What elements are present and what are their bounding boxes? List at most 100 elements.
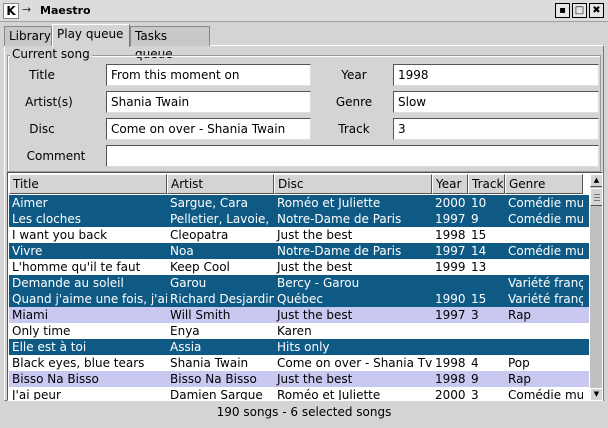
column-header-artist[interactable]: Artist (167, 174, 274, 194)
table-row[interactable]: Demande au soleil Garou Bercy - Garou Varié… (9, 275, 589, 291)
app-icon[interactable]: K (3, 3, 19, 19)
cell-year: 1998 (435, 228, 466, 242)
track-field[interactable]: 3 (393, 118, 599, 140)
cell-year: 1990 (435, 292, 466, 306)
maximize-button[interactable]: □ (572, 3, 587, 18)
table-row[interactable]: Elle est à toi Assia Hits only (9, 339, 589, 355)
column-header-title[interactable]: Title (9, 174, 167, 194)
cell-genre: Comédie mus (508, 212, 583, 226)
cell-year (432, 339, 468, 355)
title-bar[interactable]: K → Maestro ▪ □ ✖ (0, 0, 608, 22)
cell-artist: Noa (170, 244, 194, 258)
table-body: Aimer Sargue, Cara Roméo et Juliette 2000 10… (9, 195, 589, 401)
cell-artist: Pelletier, Lavoie, (170, 212, 270, 226)
column-header-track[interactable]: Track (468, 174, 505, 194)
table-row[interactable]: Les cloches Pelletier, Lavoie, Notre-Dame … (9, 211, 589, 227)
table-row[interactable]: Aimer Sargue, Cara Roméo et Juliette 2000 10… (9, 195, 589, 211)
cell-artist: Bisso Na Bisso (170, 372, 257, 386)
table-header: Title Artist Disc Year Track Genre (9, 174, 589, 194)
table-row[interactable]: Miami Will Smith Just the best 1997 3 Rap (9, 307, 589, 323)
cell-genre: Rap (508, 372, 532, 386)
play-queue-table[interactable]: Title Artist Disc Year Track Genre Aimer… (7, 172, 603, 401)
title-label: Title (29, 68, 55, 82)
genre-field[interactable]: Slow (393, 91, 599, 113)
cell-disc: Roméo et Juliette (277, 196, 381, 210)
minimize-button[interactable]: ▪ (555, 3, 570, 18)
cell-artist: Will Smith (170, 308, 231, 322)
cell-disc: Karen (277, 324, 312, 338)
scroll-up-arrow-icon[interactable]: ▲ (590, 174, 602, 187)
cell-year: 1997 (435, 212, 466, 226)
cell-disc: Hits only (277, 340, 330, 354)
cell-track (468, 339, 505, 355)
cell-artist: Shania Twain (170, 356, 249, 370)
cell-title: Bisso Na Bisso (12, 372, 99, 386)
column-header-year[interactable]: Year (432, 174, 468, 194)
cell-title: Quand j'aime une fois, j'air (12, 292, 167, 306)
cell-genre (505, 339, 583, 355)
tab-bar: Library Play queue Tasks queue (4, 24, 604, 61)
status-bar: 190 songs - 6 selected songs (216, 405, 392, 419)
cell-track: 10 (471, 196, 487, 210)
cell-genre: Comédie mus (508, 388, 583, 401)
close-button[interactable]: ✖ (589, 3, 604, 18)
cell-title: Miami (12, 308, 49, 322)
cell-artist: Keep Cool (170, 260, 230, 274)
cell-year (432, 275, 468, 291)
comment-field[interactable] (106, 145, 599, 167)
table-row[interactable]: Vivre Noa Notre-Dame de Paris 1997 14 Comédie… (9, 243, 589, 259)
table-row[interactable]: Quand j'aime une fois, j'air Richard Desj… (9, 291, 589, 307)
column-header-disc[interactable]: Disc (274, 174, 432, 194)
table-row[interactable]: Only time Enya Karen (9, 323, 589, 339)
cell-title: I want you back (12, 228, 108, 242)
artist-field[interactable]: Shania Twain (106, 91, 311, 113)
column-header-genre[interactable]: Genre (505, 174, 583, 194)
cell-artist: Assia (170, 340, 202, 354)
disc-field[interactable]: Come on over - Shania Twain (106, 118, 311, 140)
cell-track: 13 (471, 260, 487, 274)
tab-library[interactable]: Library (4, 26, 52, 46)
window-menu-arrow-icon[interactable]: → (22, 2, 36, 18)
cell-disc: Just the best (277, 260, 353, 274)
tab-play-queue[interactable]: Play queue (52, 24, 130, 47)
cell-artist: Enya (170, 324, 200, 338)
table-row[interactable]: J'ai peur Damien Sargue Roméo et Juliette 2… (9, 387, 589, 401)
cell-year: 1999 (435, 260, 466, 274)
cell-genre (505, 227, 583, 243)
cell-track: 14 (471, 244, 487, 258)
cell-disc: Roméo et Juliette (277, 388, 381, 401)
comment-label: Comment (26, 149, 86, 163)
cell-genre: Rap (508, 308, 532, 322)
cell-disc: Notre-Dame de Paris (277, 244, 402, 258)
cell-genre: Variété franç (508, 276, 583, 290)
title-field[interactable]: From this moment on (106, 64, 311, 86)
cell-genre (505, 259, 583, 275)
cell-genre: Comédie mus (508, 196, 583, 210)
genre-label: Genre (335, 95, 373, 109)
cell-year: 1998 (435, 356, 466, 370)
cell-title: Vivre (12, 244, 43, 258)
scroll-down-arrow-icon[interactable]: ▼ (590, 388, 602, 400)
table-row[interactable]: L'homme qu'il te faut Keep Cool Just the b… (9, 259, 589, 275)
cell-disc: Notre-Dame de Paris (277, 212, 402, 226)
cell-disc: Just the best (277, 228, 353, 242)
cell-track: 4 (471, 356, 479, 370)
cell-artist: Damien Sargue (170, 388, 263, 401)
cell-year: 1997 (435, 244, 466, 258)
table-row[interactable]: I want you back Cleopatra Just the best 199… (9, 227, 589, 243)
cell-track: 15 (471, 292, 487, 306)
tab-tasks-queue[interactable]: Tasks queue (130, 26, 210, 61)
cell-track: 15 (471, 228, 487, 242)
window-title: Maestro (40, 4, 91, 17)
artist-label: Artist(s) (25, 95, 73, 109)
vertical-scrollbar[interactable]: ▲ ▼ (590, 174, 602, 400)
cell-track (468, 275, 505, 291)
track-label: Track (338, 122, 370, 136)
year-label: Year (341, 68, 367, 82)
scroll-thumb[interactable] (590, 188, 602, 206)
table-row[interactable]: Black eyes, blue tears Shania Twain Come o… (9, 355, 589, 371)
cell-genre: Pop (508, 356, 530, 370)
year-field[interactable]: 1998 (393, 64, 599, 86)
table-row[interactable]: Bisso Na Bisso Bisso Na Bisso Just the bes… (9, 371, 589, 387)
cell-title: L'homme qu'il te faut (12, 260, 141, 274)
